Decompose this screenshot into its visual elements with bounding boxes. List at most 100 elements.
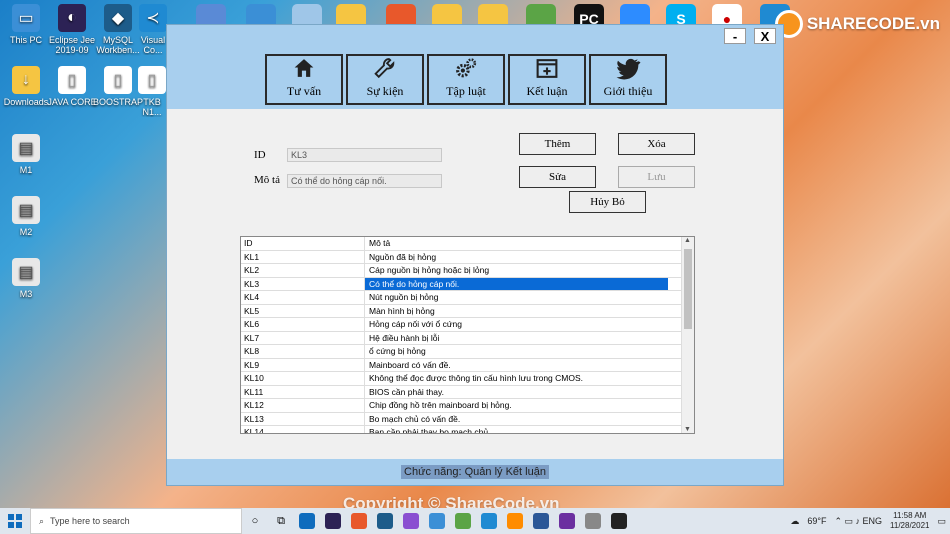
cell-description[interactable]: Chip đồng hồ trên mainboard bị hỏng. xyxy=(365,399,668,412)
cell-id[interactable]: KL5 xyxy=(241,304,365,317)
desktop-icon-this-pc[interactable]: ▭ This PC xyxy=(0,4,52,45)
cell-description[interactable]: ổ cứng bị hỏng xyxy=(365,345,668,358)
desktop-icon-tkb[interactable]: ▯ TKB N1... xyxy=(138,66,166,117)
cell-description[interactable]: Nguồn đã bị hỏng xyxy=(365,251,668,264)
table-row[interactable]: KL5 Màn hình bị hỏng xyxy=(241,304,694,318)
table-row[interactable]: KL9 Mainboard có vấn đề. xyxy=(241,358,694,372)
cell-description[interactable]: Bo mạch chủ có vấn đề. xyxy=(365,413,668,426)
cell-id[interactable]: KL11 xyxy=(241,385,365,398)
scroll-down-icon[interactable]: ▼ xyxy=(684,426,691,433)
table-row[interactable]: KL4 Nút nguồn bị hỏng xyxy=(241,291,694,305)
cell-id[interactable]: KL14 xyxy=(241,426,365,433)
cell-description[interactable]: Có thể do hỏng cáp nối. xyxy=(365,277,668,290)
cortana-icon: ○ xyxy=(251,515,259,527)
taskbar-search-input[interactable]: ⌕ Type here to search xyxy=(30,508,242,534)
app-icon xyxy=(533,513,549,529)
cell-id[interactable]: KL12 xyxy=(241,399,365,412)
desktop-icon-m1[interactable]: ▤ M1 xyxy=(0,134,52,175)
start-button[interactable] xyxy=(0,508,30,534)
delete-button[interactable]: Xóa xyxy=(618,133,695,155)
taskbar-app-button[interactable] xyxy=(606,508,632,534)
taskbar-app-button[interactable] xyxy=(346,508,372,534)
scroll-up-icon[interactable]: ▲ xyxy=(684,237,691,244)
windows-icon xyxy=(8,514,22,528)
id-field[interactable]: KL3 xyxy=(287,148,442,162)
weather-temp[interactable]: 69°F xyxy=(807,516,826,526)
taskbar-app-button[interactable] xyxy=(398,508,424,534)
desktop-icon-vscode[interactable]: ≺ Visual Co... xyxy=(138,4,168,55)
nav-tap-luat-button[interactable]: Tập luật xyxy=(427,54,505,105)
taskbar-app-button[interactable] xyxy=(580,508,606,534)
status-bar: Chức năng: Quản lý Kết luận xyxy=(167,459,783,485)
table-row[interactable]: KL11 BIOS cần phải thay. xyxy=(241,385,694,399)
taskbar-app-button[interactable] xyxy=(372,508,398,534)
notification-icon[interactable]: ▭ xyxy=(937,516,946,527)
taskbar-app-button[interactable] xyxy=(476,508,502,534)
column-header-description[interactable]: Mô tả xyxy=(365,237,668,250)
table-row[interactable]: KL6 Hỏng cáp nối với ổ cứng xyxy=(241,318,694,332)
cell-id[interactable]: KL4 xyxy=(241,291,365,304)
task-view-button[interactable]: ○ xyxy=(242,508,268,534)
cell-id[interactable]: KL6 xyxy=(241,318,365,331)
edit-button[interactable]: Sửa xyxy=(519,166,596,188)
table-row[interactable]: KL14 Bạn cần phải thay bo mạch chủ xyxy=(241,426,694,433)
close-button[interactable]: X xyxy=(754,28,776,44)
tray-icons[interactable]: ⌃ ▭ ♪ ENG xyxy=(834,516,882,527)
taskbar-app-button[interactable] xyxy=(450,508,476,534)
table-row[interactable]: KL10 Không thể đọc được thông tin cấu hìn… xyxy=(241,372,694,386)
cell-description[interactable]: Mainboard có vấn đề. xyxy=(365,359,668,372)
search-icon: ⌕ xyxy=(39,515,45,526)
desktop-icon-boostrap[interactable]: ▯ BOOSTRAP xyxy=(92,66,144,107)
cell-description[interactable]: Hỏng cáp nối với ổ cứng xyxy=(365,318,668,331)
cell-description[interactable]: Bạn cần phải thay bo mạch chủ xyxy=(365,426,668,433)
taskbar-app-button[interactable] xyxy=(424,508,450,534)
cell-id[interactable]: KL3 xyxy=(241,277,365,290)
scrollbar-thumb[interactable] xyxy=(684,249,692,329)
cell-id[interactable]: KL13 xyxy=(241,412,365,425)
table-row[interactable]: KL3 Có thể do hỏng cáp nối. xyxy=(241,277,694,291)
table-row[interactable]: KL12 Chip đồng hồ trên mainboard bị hỏng. xyxy=(241,399,694,413)
desktop-icon-mysql[interactable]: ◆ MySQL Workben... xyxy=(92,4,144,55)
desktop-icon-m2[interactable]: ▤ M2 xyxy=(0,196,52,237)
cell-description[interactable]: Hệ điều hành bị lỗi xyxy=(365,332,668,345)
nav-ket-luan-button[interactable]: Kết luận xyxy=(508,54,586,105)
save-button[interactable]: Lưu xyxy=(618,166,695,188)
desktop-icon-m3[interactable]: ▤ M3 xyxy=(0,258,52,299)
taskbar-app-button[interactable] xyxy=(528,508,554,534)
cell-description[interactable]: Màn hình bị hỏng xyxy=(365,305,668,318)
desktop-icon-java-core[interactable]: ▯ JAVA CORE xyxy=(46,66,98,107)
cancel-button[interactable]: Hủy Bỏ xyxy=(569,191,646,213)
table-row[interactable]: KL13 Bo mạch chủ có vấn đề. xyxy=(241,412,694,426)
nav-gioi-thieu-button[interactable]: Giới thiệu xyxy=(589,54,667,105)
desktop-icon-downloads[interactable]: ↓ Downloads xyxy=(0,66,52,107)
vertical-scrollbar[interactable]: ▲ ▼ xyxy=(681,237,694,433)
task-view-button[interactable]: ⧉ xyxy=(268,508,294,534)
add-button[interactable]: Thêm xyxy=(519,133,596,155)
taskbar-app-button[interactable] xyxy=(320,508,346,534)
cell-description[interactable]: Cáp nguồn bị hỏng hoặc bị lỏng xyxy=(365,264,668,277)
cell-description[interactable]: Không thể đọc được thông tin cấu hình lư… xyxy=(365,372,668,385)
minimize-button[interactable]: - xyxy=(724,28,746,44)
cell-id[interactable]: KL2 xyxy=(241,264,365,277)
table-row[interactable]: KL8 ổ cứng bị hỏng xyxy=(241,345,694,359)
table-row[interactable]: KL2 Cáp nguồn bị hỏng hoặc bị lỏng xyxy=(241,264,694,278)
nav-tu-van-button[interactable]: Tư vấn xyxy=(265,54,343,105)
cell-id[interactable]: KL9 xyxy=(241,358,365,371)
cell-description[interactable]: BIOS cần phải thay. xyxy=(365,386,668,399)
desktop-icon-eclipse[interactable]: ◐ Eclipse Jee 2019-09 xyxy=(46,4,98,55)
description-field[interactable]: Có thể do hỏng cáp nối. xyxy=(287,174,442,188)
conclusions-table[interactable]: ID Mô tả KL1 Nguồn đã bị hỏng KL2 Cáp nguồn… xyxy=(240,236,695,434)
cell-description[interactable]: Nút nguồn bị hỏng xyxy=(365,291,668,304)
column-header-id[interactable]: ID xyxy=(241,237,365,250)
table-row[interactable]: KL7 Hệ điều hành bị lỗi xyxy=(241,331,694,345)
taskbar-app-button[interactable] xyxy=(294,508,320,534)
taskbar-app-button[interactable] xyxy=(502,508,528,534)
taskbar-app-button[interactable] xyxy=(554,508,580,534)
cell-id[interactable]: KL1 xyxy=(241,250,365,263)
nav-su-kien-button[interactable]: Sự kiện xyxy=(346,54,424,105)
cell-id[interactable]: KL7 xyxy=(241,331,365,344)
cell-id[interactable]: KL8 xyxy=(241,345,365,358)
table-row[interactable]: KL1 Nguồn đã bị hỏng xyxy=(241,250,694,264)
cell-id[interactable]: KL10 xyxy=(241,372,365,385)
clock[interactable]: 11:58 AM 11/28/2021 xyxy=(890,511,929,531)
